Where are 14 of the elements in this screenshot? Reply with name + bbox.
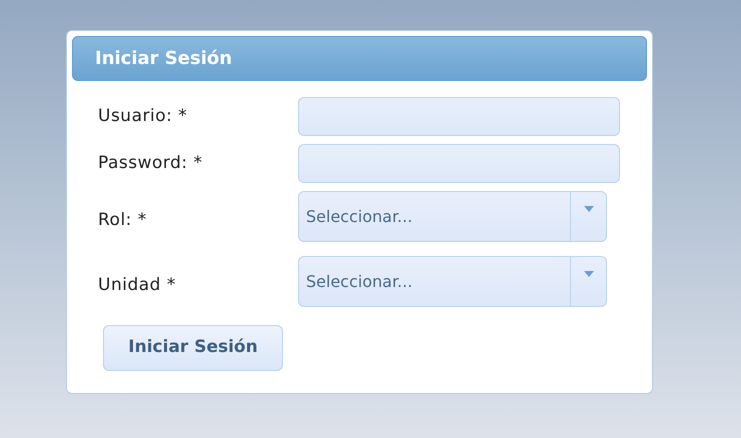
input-field[interactable] xyxy=(298,97,620,136)
caret-icon xyxy=(584,271,594,277)
login-button[interactable]: Iniciar Sesión xyxy=(103,325,283,371)
field-label: Password: * xyxy=(98,152,204,175)
panel-title: Iniciar Sesión xyxy=(95,47,232,71)
input-field[interactable] xyxy=(298,144,620,183)
field-label: Rol: * xyxy=(98,208,148,232)
field-label: Usuario: * xyxy=(98,104,188,128)
dropdown[interactable]: Seleccionar... xyxy=(298,256,607,307)
dropdown-value: Seleccionar... xyxy=(305,270,414,292)
caret-icon xyxy=(584,206,594,212)
field-label: Unidad * xyxy=(98,274,177,297)
dropdown[interactable]: Seleccionar... xyxy=(298,191,607,242)
dropdown-value: Seleccionar... xyxy=(305,206,414,228)
